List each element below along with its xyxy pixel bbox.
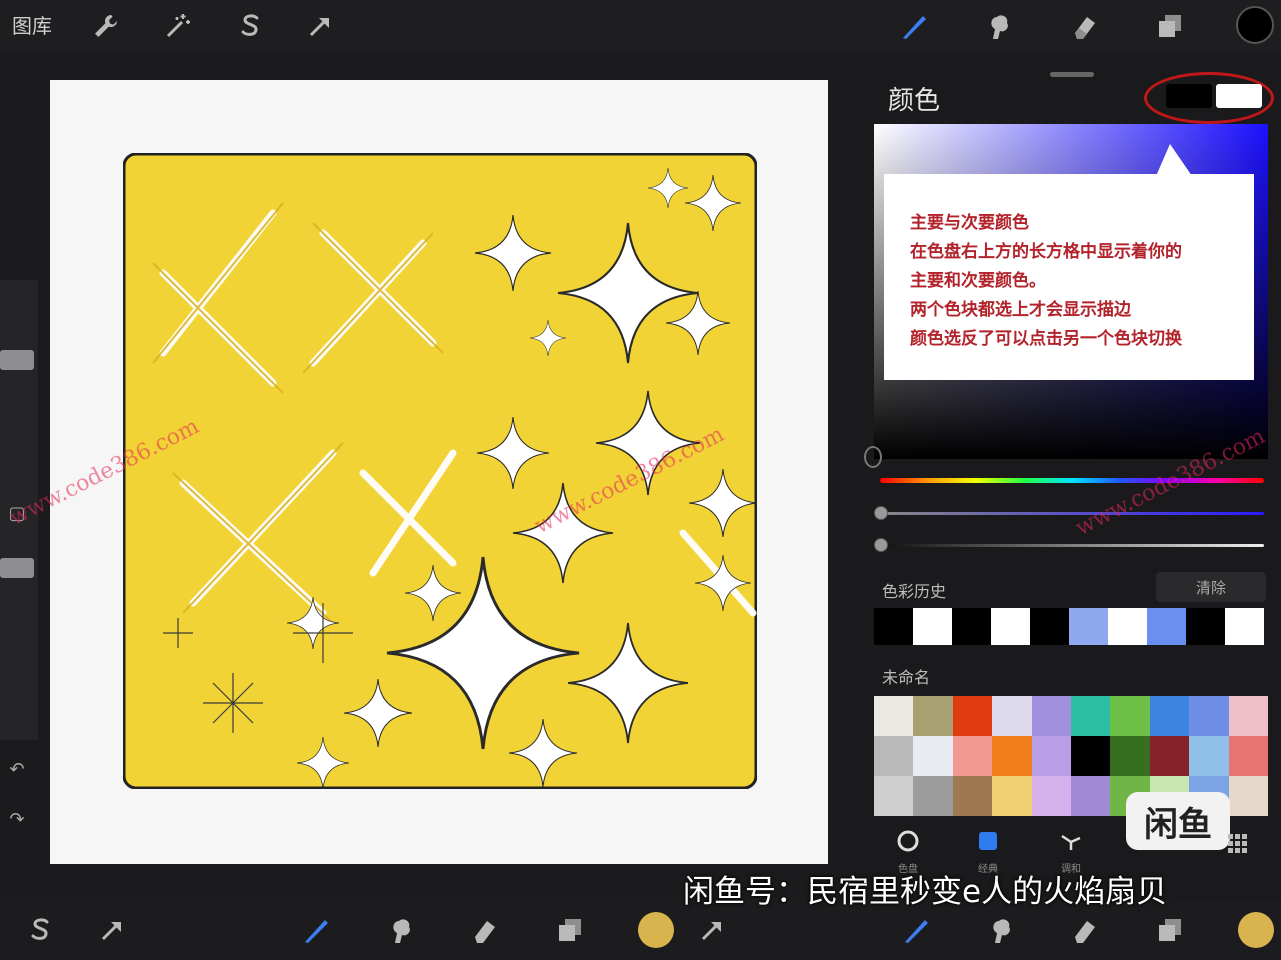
history-swatch[interactable]: [1069, 608, 1108, 645]
eraser-icon[interactable]: [466, 912, 502, 948]
eraser-icon[interactable]: [1066, 912, 1102, 948]
smudge-icon[interactable]: [382, 912, 418, 948]
smudge-icon[interactable]: [982, 912, 1018, 948]
palette-swatch[interactable]: [1070, 696, 1111, 736]
secondary-color-swatch[interactable]: [1216, 84, 1262, 108]
wrench-icon[interactable]: [88, 8, 124, 44]
color-history-label: 色彩历史: [882, 582, 947, 601]
disc-icon: [897, 830, 919, 852]
palette-swatch[interactable]: [1070, 736, 1111, 776]
palette-swatch[interactable]: [992, 776, 1032, 816]
history-swatch[interactable]: [1030, 608, 1069, 645]
left-sidebar: ▢ ↶ ↷: [0, 280, 38, 830]
layers-icon[interactable]: [1152, 8, 1188, 44]
selection-s-icon[interactable]: [22, 912, 58, 948]
brightness-knob[interactable]: [874, 538, 888, 552]
brush-opacity-slider[interactable]: [0, 558, 34, 578]
brush-size-slider[interactable]: [0, 350, 34, 370]
brush-icon[interactable]: [298, 912, 334, 948]
palette-swatch[interactable]: [874, 736, 914, 776]
palette-swatch[interactable]: [1110, 696, 1150, 736]
callout-line: 主要和次要颜色。: [910, 271, 1046, 291]
callout-pointer: [1156, 144, 1192, 176]
palette-swatch[interactable]: [874, 776, 914, 816]
selection-s-icon[interactable]: [232, 8, 268, 44]
palette-swatch[interactable]: [1031, 696, 1071, 736]
palette-swatch[interactable]: [1228, 776, 1268, 816]
modify-square-icon[interactable]: ▢: [4, 500, 30, 526]
palette-grid-icon[interactable]: [1226, 832, 1250, 856]
palette-swatch[interactable]: [1189, 736, 1229, 776]
magic-wand-icon[interactable]: [160, 8, 196, 44]
picker-handle[interactable]: [864, 446, 882, 468]
palette-swatch[interactable]: [874, 696, 914, 736]
history-swatch[interactable]: [1225, 608, 1264, 645]
callout-line: 在色盘右上方的长方格中显示着你的: [910, 242, 1182, 262]
palette-swatch[interactable]: [1110, 736, 1150, 776]
history-swatch[interactable]: [913, 608, 952, 645]
smudge-icon[interactable]: [980, 8, 1016, 44]
sparkle-artwork: [123, 153, 757, 789]
panel-title: 颜色: [888, 86, 941, 116]
palette-swatch[interactable]: [952, 696, 993, 736]
tip-callout: 主要与次要颜色 在色盘右上方的长方格中显示着你的 主要和次要颜色。 两个色块都选…: [884, 174, 1254, 380]
brightness-slider[interactable]: [880, 544, 1264, 547]
transform-arrow-icon[interactable]: [302, 8, 338, 44]
saturation-knob[interactable]: [874, 506, 888, 520]
saturation-slider[interactable]: [880, 512, 1264, 515]
active-color-button[interactable]: [638, 912, 674, 948]
square-icon: [979, 832, 997, 850]
palette-swatch[interactable]: [1228, 696, 1268, 736]
palette-swatch[interactable]: [913, 696, 953, 736]
palette-swatch[interactable]: [1031, 736, 1071, 776]
brush-icon[interactable]: [896, 8, 932, 44]
history-swatch[interactable]: [991, 608, 1030, 645]
hue-slider[interactable]: [880, 478, 1264, 483]
callout-line: 两个色块都选上才会显示描边: [910, 300, 1131, 320]
history-swatch[interactable]: [1186, 608, 1225, 645]
palette-swatch[interactable]: [1149, 736, 1190, 776]
gallery-button[interactable]: 图库: [12, 10, 52, 39]
palette-swatch[interactable]: [952, 776, 993, 816]
redo-icon[interactable]: ↷: [4, 806, 30, 832]
callout-line: 颜色选反了可以点击另一个色块切换: [910, 329, 1182, 349]
clear-history-button[interactable]: 清除: [1156, 572, 1266, 602]
transform-arrow-icon[interactable]: [94, 912, 130, 948]
brush-icon[interactable]: [898, 912, 934, 948]
primary-color-swatch[interactable]: [1166, 84, 1212, 108]
transform-arrow-icon[interactable]: [694, 912, 730, 948]
xianyu-logo: 闲鱼: [1126, 792, 1230, 850]
history-swatch[interactable]: [1108, 608, 1147, 645]
color-panel: 颜色 主要与次要颜色 在色盘右上方的长方格中显示着你的 主要和次要颜色。 两个色…: [856, 62, 1281, 898]
eraser-icon[interactable]: [1066, 8, 1102, 44]
palette-swatch[interactable]: [992, 696, 1032, 736]
palette-swatch[interactable]: [992, 736, 1032, 776]
footer-caption: 闲鱼号：民宿里秒变e人的火焰扇贝: [683, 874, 1168, 910]
palette-swatch[interactable]: [913, 736, 953, 776]
palette-swatch[interactable]: [1189, 696, 1229, 736]
color-history-row: [874, 608, 1264, 645]
history-swatch[interactable]: [874, 608, 913, 645]
harmony-icon: [1061, 834, 1081, 850]
palette-name-label: 未命名: [882, 668, 931, 687]
active-color-button[interactable]: [1238, 912, 1274, 948]
palette-swatch[interactable]: [1070, 776, 1111, 816]
palette-swatch[interactable]: [913, 776, 953, 816]
callout-line: 主要与次要颜色: [910, 213, 1029, 233]
drawing-canvas[interactable]: [50, 80, 828, 864]
active-color-button[interactable]: [1236, 6, 1274, 44]
palette-swatch[interactable]: [1149, 696, 1190, 736]
layers-icon[interactable]: [1152, 912, 1188, 948]
history-swatch[interactable]: [1147, 608, 1186, 645]
history-swatch[interactable]: [952, 608, 991, 645]
layers-icon[interactable]: [552, 912, 588, 948]
palette-swatch[interactable]: [1031, 776, 1071, 816]
top-toolbar: 图库: [0, 0, 1281, 52]
palette-swatch[interactable]: [952, 736, 993, 776]
palette-swatch[interactable]: [1228, 736, 1268, 776]
undo-icon[interactable]: ↶: [4, 756, 30, 782]
panel-grip[interactable]: [1050, 72, 1094, 77]
